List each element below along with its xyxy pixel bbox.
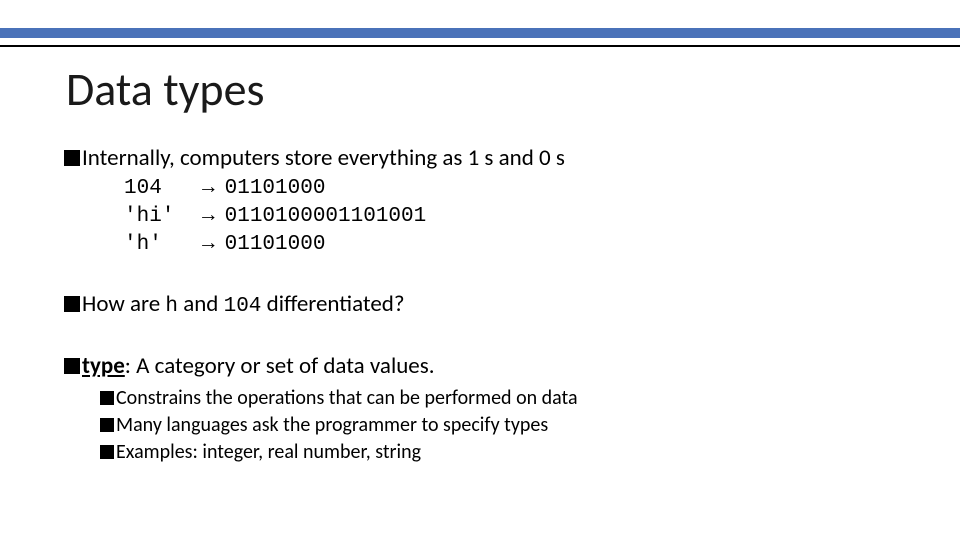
bullet-how-differentiated: How are h and 104 differentiated? [64,290,920,320]
binary-bits: 01101000 [225,231,427,259]
slide-title: Data types [66,62,264,118]
sub-bullet-list: Constrains the operations that can be pe… [100,385,920,466]
bullet-text-mid: and [178,290,224,318]
accent-bar-thick [0,28,960,38]
bullet-text: Internally, computers store everything a… [82,144,565,172]
binary-bits: 0110100001101001 [225,203,427,231]
bullet-icon [100,445,114,459]
table-row: 104 → 01101000 [124,175,426,203]
arrow-icon: → [196,231,225,259]
arrow-icon: → [196,203,225,231]
bullet-icon [64,358,80,374]
bullet-icon [100,418,114,432]
sub-bullet-text: Constrains the operations that can be pe… [116,386,578,410]
sub-bullet-text: Many languages ask the programmer to spe… [116,413,548,437]
slide: Data types Internally, computers store e… [0,0,960,540]
bullet-text-pre: How are [82,290,165,318]
inline-code-104: 104 [224,295,262,318]
binary-value: 104 [124,175,196,203]
sub-bullet-constrains: Constrains the operations that can be pe… [100,385,920,412]
bullet-icon [100,391,114,405]
spacer [64,322,920,352]
term-type: type [82,352,125,380]
sub-bullet-examples: Examples: integer, real number, string [100,439,920,466]
inline-code-h: h [165,295,178,318]
binary-bits: 01101000 [225,175,427,203]
binary-value: 'hi' [124,203,196,231]
bullet-icon [64,150,80,166]
sub-bullet-languages: Many languages ask the programmer to spe… [100,412,920,439]
bullet-text-post: differentiated? [261,290,404,318]
bullet-internally: Internally, computers store everything a… [64,144,920,173]
bullet-icon [64,296,80,312]
arrow-icon: → [196,175,225,203]
bullet-text-rest: : A category or set of data values. [125,352,435,380]
slide-content: Internally, computers store everything a… [64,144,920,466]
accent-bar-thin [0,45,960,47]
binary-table: 104 → 01101000 'hi' → 0110100001101001 '… [124,175,426,260]
bullet-type-definition: type: A category or set of data values. [64,352,920,381]
table-row: 'hi' → 0110100001101001 [124,203,426,231]
binary-value: 'h' [124,231,196,259]
spacer [64,260,920,290]
table-row: 'h' → 01101000 [124,231,426,259]
sub-bullet-text: Examples: integer, real number, string [116,440,421,464]
